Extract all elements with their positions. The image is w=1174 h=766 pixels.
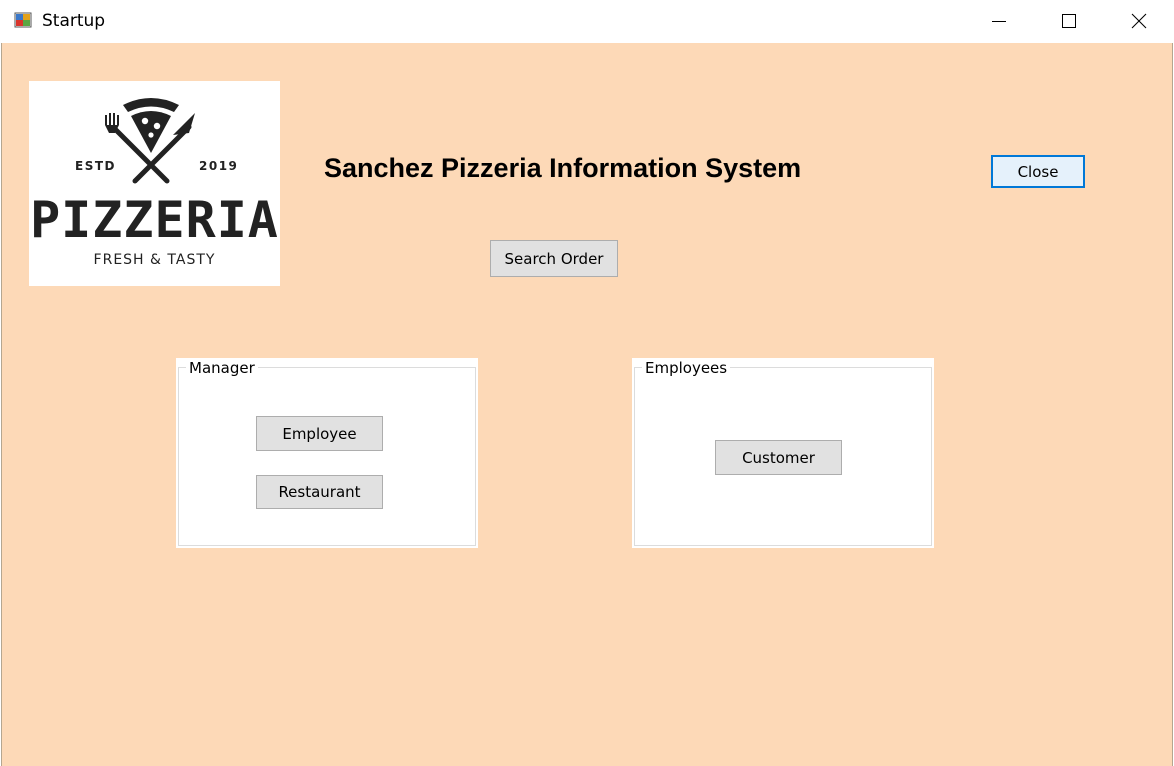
close-button[interactable]: Close	[991, 155, 1085, 188]
maximize-button[interactable]	[1034, 0, 1104, 43]
window-title: Startup	[42, 11, 106, 31]
close-icon	[1131, 13, 1147, 29]
title-bar[interactable]: Startup	[0, 0, 1174, 43]
search-order-button[interactable]: Search Order	[490, 240, 618, 277]
employees-group-label: Employees	[642, 359, 731, 377]
minimize-button[interactable]	[964, 0, 1034, 43]
window-close-button[interactable]	[1104, 0, 1174, 43]
logo-tagline: FRESH & TASTY	[93, 252, 216, 268]
pizzeria-logo: ESTD 2019 PIZZERIA FRESH & TASTY	[29, 81, 280, 286]
manager-group-frame	[178, 367, 476, 546]
page-title: Sanchez Pizzeria Information System	[324, 153, 802, 183]
customer-button[interactable]: Customer	[715, 440, 842, 475]
app-icon	[14, 12, 32, 28]
pizza-utensils-icon	[105, 98, 195, 184]
manager-group-label: Manager	[186, 359, 258, 377]
maximize-icon	[1062, 14, 1076, 28]
manager-group: Manager Employee Restaurant	[176, 358, 478, 548]
employee-button[interactable]: Employee	[256, 416, 383, 451]
restaurant-button[interactable]: Restaurant	[256, 475, 383, 509]
logo-estd: ESTD	[75, 159, 116, 173]
minimize-icon	[992, 21, 1006, 22]
logo-name: PIZZERIA	[30, 191, 279, 249]
logo-year: 2019	[199, 159, 239, 173]
employees-group: Employees Customer	[632, 358, 934, 548]
